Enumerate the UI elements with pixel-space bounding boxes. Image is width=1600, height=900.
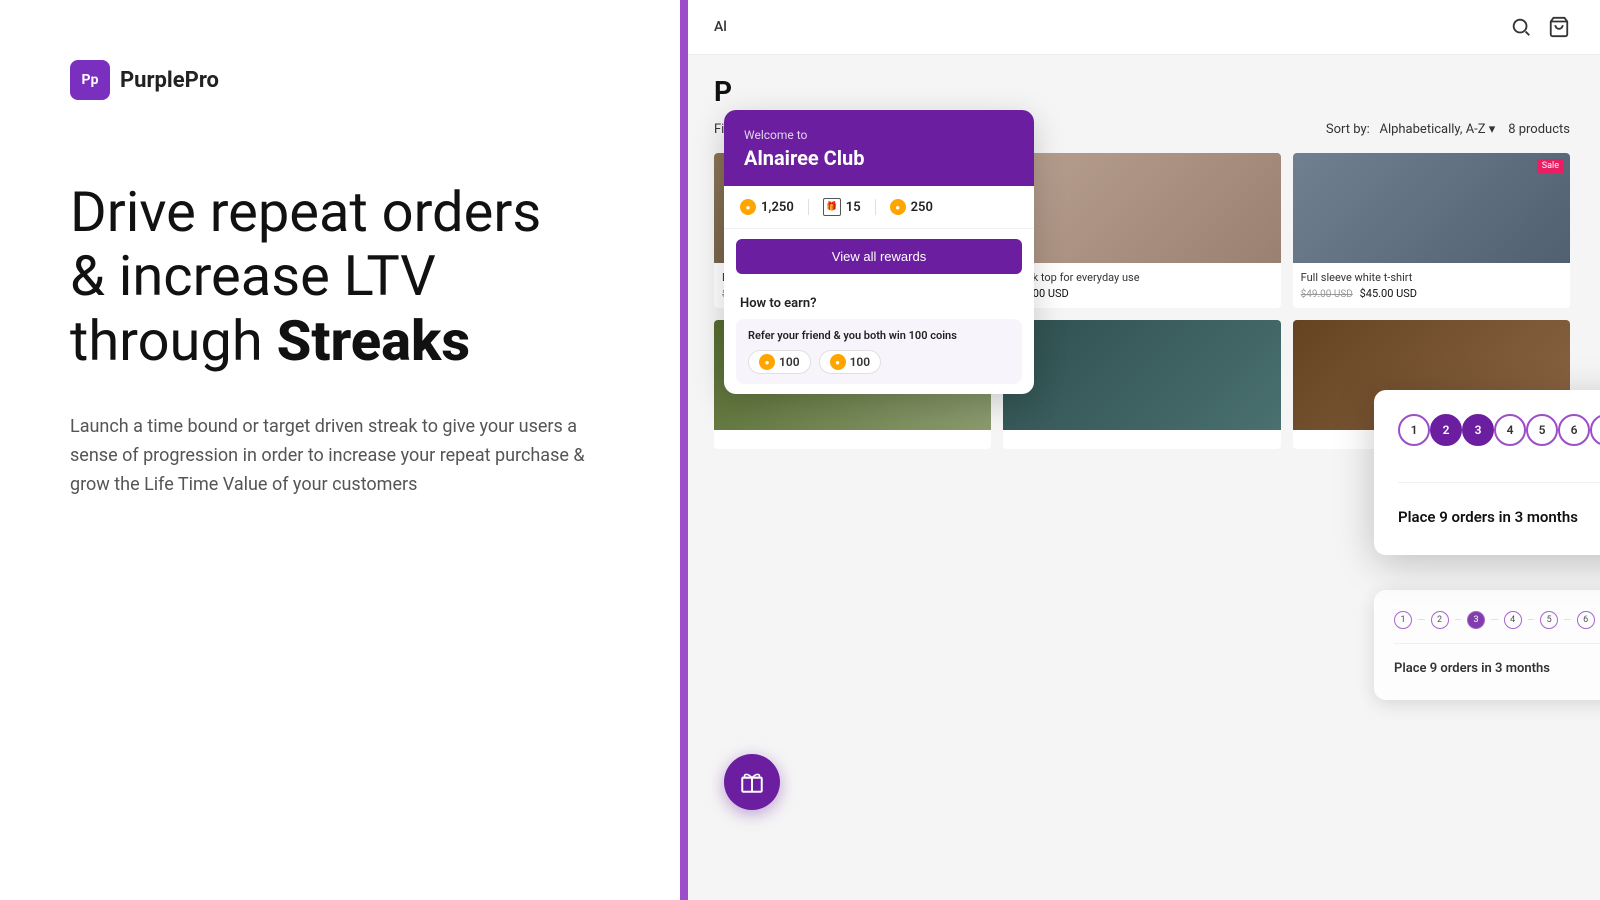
search-icon	[1510, 16, 1532, 38]
stat-divider-2	[875, 199, 876, 215]
right-panel: Al P Filt Sort by: Alphabetically, A-Z ▾…	[680, 0, 1600, 900]
extra-coins-stat: ● 250	[890, 199, 933, 215]
gifts-value: 15	[846, 200, 861, 215]
store-page-title: P	[714, 75, 1570, 108]
bg-line-4	[1528, 619, 1535, 621]
rewards-header: Welcome to Alnairee Club	[724, 110, 1034, 186]
coin-icon-gold-2: ●	[890, 199, 906, 215]
bg-step-1: 1	[1394, 611, 1412, 629]
gift-icon: 🎁	[823, 198, 841, 216]
how-to-earn-label: How to earn?	[724, 284, 1034, 319]
product-card-5	[1003, 320, 1280, 449]
bg-step-4: 4	[1504, 611, 1522, 629]
product-image-5	[1003, 320, 1280, 430]
product-image-2	[1003, 153, 1280, 263]
store-nav-name: Al	[714, 19, 727, 35]
bg-line-1	[1418, 619, 1425, 621]
product-title-3: Full sleeve white t-shirt	[1301, 271, 1562, 284]
product-title-2: Black top for everyday use	[1011, 271, 1272, 284]
streak-steps: 1 2 3 4 5 6 7	[1398, 414, 1600, 446]
bg-step-6: 6	[1577, 611, 1595, 629]
main-headline: Drive repeat orders & increase LTV throu…	[70, 180, 610, 373]
coin-icon-ref2: ●	[830, 354, 846, 370]
store-header: Al	[684, 0, 1600, 55]
bg-step-3: 3	[1467, 611, 1485, 629]
streak-divider	[1398, 482, 1600, 483]
streak-bg-top: 1 2 3 4 5 6 7 Total Days - 90	[1394, 608, 1600, 631]
coin-badge-2: ● 100	[819, 350, 882, 374]
welcome-text: Welcome to	[744, 128, 1014, 142]
streak-bottom: Place 9 orders in 3 months ● 12,000	[1398, 499, 1600, 535]
step-2: 2	[1430, 414, 1462, 446]
rewards-panel: Welcome to Alnairee Club ● 1,250 🎁 15 ● …	[724, 110, 1034, 394]
gifts-stat: 🎁 15	[823, 198, 861, 216]
streak-card-main: 1 2 3 4 5 6 7 Total Days - 90 Place 9	[1374, 390, 1600, 555]
subtext: Launch a time bound or target driven str…	[70, 413, 610, 499]
bg-step-2: 2	[1431, 611, 1449, 629]
product-card-2: Black top for everyday use $30.00 USD	[1003, 153, 1280, 308]
store-nav-icons	[1510, 16, 1570, 38]
bg-step-5: 5	[1540, 611, 1558, 629]
gift-fab-button[interactable]	[724, 754, 780, 810]
product-details-2: Black top for everyday use $30.00 USD	[1003, 263, 1280, 308]
coins-value: 1,250	[761, 200, 794, 215]
product-details-4	[714, 430, 991, 449]
bg-line-5	[1564, 619, 1571, 621]
coins-stat: ● 1,250	[740, 199, 794, 215]
product-card-3: Sale Full sleeve white t-shirt $49.00 US…	[1293, 153, 1570, 308]
step-4: 4	[1494, 414, 1526, 446]
product-pricing-2: $30.00 USD	[1011, 287, 1272, 300]
streak-bg-bottom: Place 9 orders in 3 months 12,000	[1394, 654, 1600, 682]
streak-order-label: Place 9 orders in 3 months	[1398, 508, 1578, 526]
bg-line-3	[1491, 619, 1498, 621]
step-5: 5	[1526, 414, 1558, 446]
coin-icon-ref1: ●	[759, 354, 775, 370]
step-6: 6	[1558, 414, 1590, 446]
refer-coins: ● 100 ● 100	[748, 350, 1010, 374]
logo-area: Pp PurplePro	[70, 60, 610, 100]
gift-fab-icon	[739, 769, 765, 795]
left-panel: Pp PurplePro Drive repeat orders & incre…	[0, 0, 680, 900]
sale-badge: Sale	[1537, 159, 1564, 173]
logo-icon: Pp	[70, 60, 110, 100]
refer-card: Refer your friend & you both win 100 coi…	[736, 319, 1022, 384]
product-image-3	[1293, 153, 1570, 263]
step-3: 3	[1462, 414, 1494, 446]
coin-badge-1: ● 100	[748, 350, 811, 374]
step-1: 1	[1398, 414, 1430, 446]
brand-name: PurplePro	[120, 68, 219, 93]
club-name: Alnairee Club	[744, 146, 1014, 170]
sort-text: Sort by: Alphabetically, A-Z ▾ 8 product…	[1326, 122, 1570, 137]
step-7: 7	[1590, 414, 1600, 446]
bg-line-2	[1455, 619, 1462, 621]
refer-title: Refer your friend & you both win 100 coi…	[748, 329, 1010, 342]
extra-coins-value: 250	[911, 200, 933, 215]
view-all-rewards-button[interactable]: View all rewards	[736, 239, 1022, 274]
bg-divider	[1394, 643, 1600, 644]
streak-card-background: 1 2 3 4 5 6 7 Total Days - 90 Place 9 o	[1374, 590, 1600, 700]
product-details-3: Full sleeve white t-shirt $49.00 USD $45…	[1293, 263, 1570, 308]
coin-icon-gold: ●	[740, 199, 756, 215]
rewards-stats: ● 1,250 🎁 15 ● 250	[724, 186, 1034, 229]
product-pricing-3: $49.00 USD $45.00 USD	[1301, 287, 1562, 300]
streak-bg-order-label: Place 9 orders in 3 months	[1394, 661, 1550, 676]
cart-icon	[1548, 16, 1570, 38]
stat-divider-1	[808, 199, 809, 215]
